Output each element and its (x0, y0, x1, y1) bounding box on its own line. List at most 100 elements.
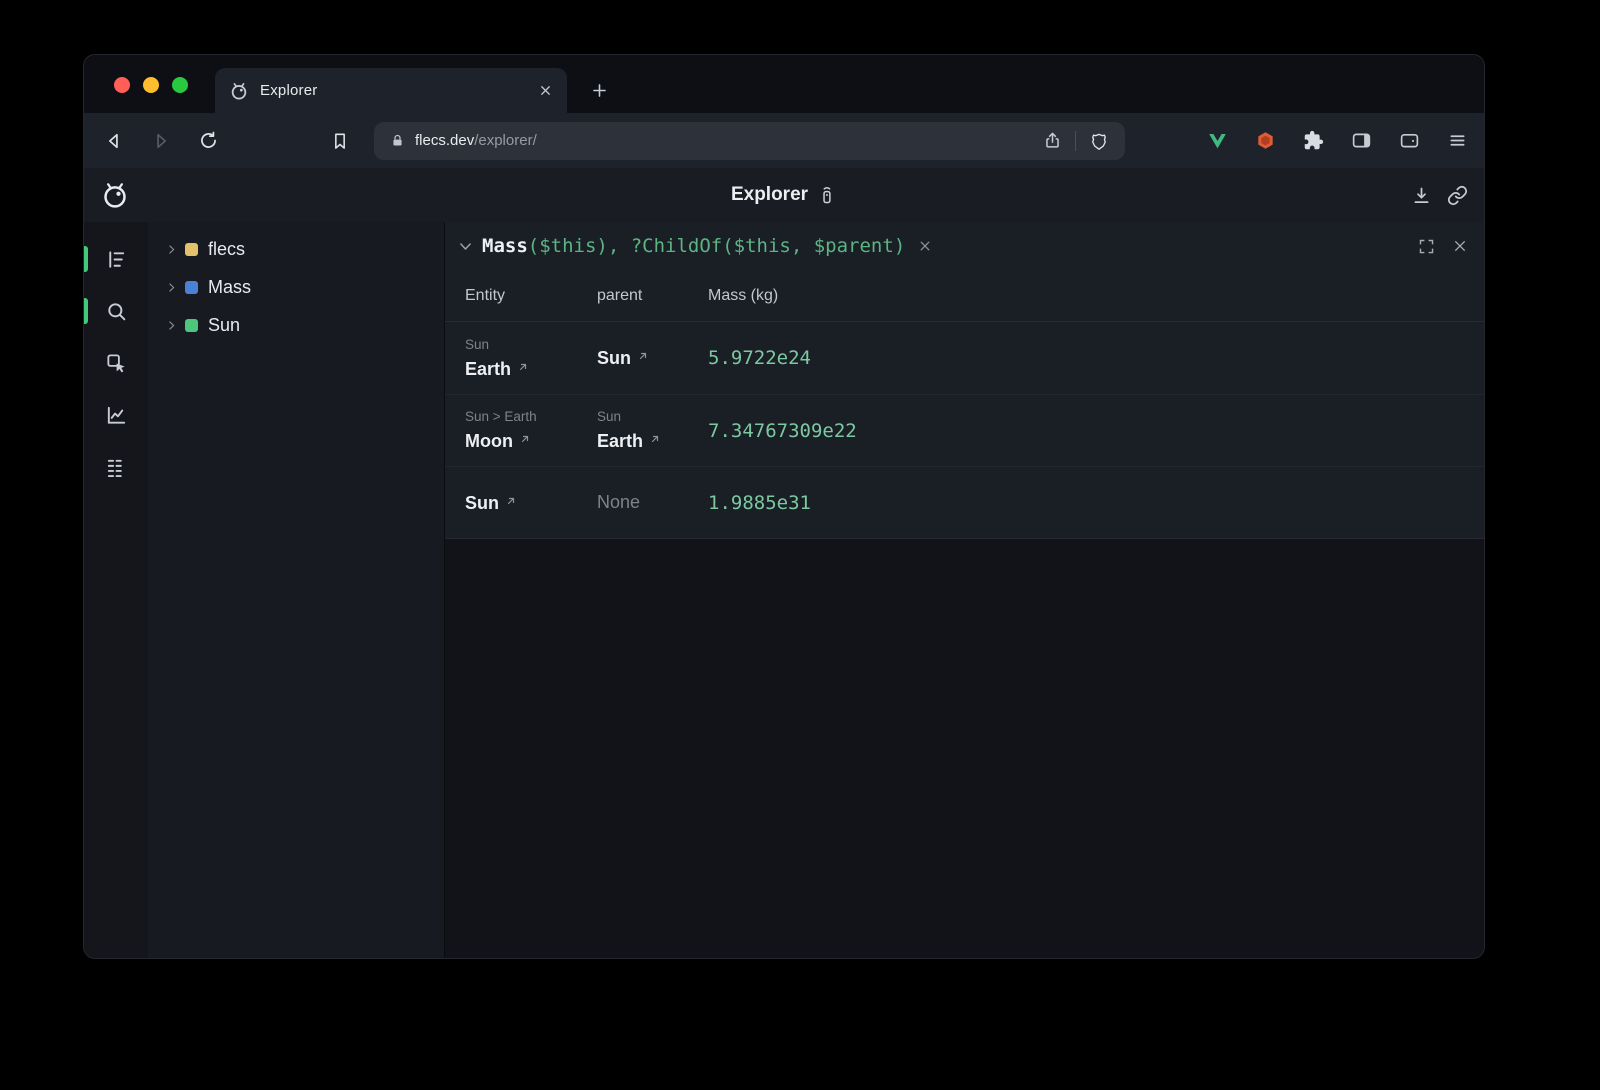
entity-path: Sun > Earth (465, 408, 597, 426)
tab-bar: Explorer (84, 55, 1484, 113)
page-title: Explorer (731, 184, 837, 206)
active-indicator (84, 246, 88, 272)
entity-tree-panel: flecs Mass Sun (148, 222, 445, 958)
minimize-window-button[interactable] (143, 77, 159, 93)
vue-devtools-extension-icon[interactable] (1207, 130, 1228, 151)
mass-value: 1.9885e31 (708, 492, 811, 514)
inspector-tool-icon[interactable] (84, 337, 148, 389)
desktop-background: Explorer (0, 0, 1600, 1090)
tree-item-flecs[interactable]: flecs (148, 230, 444, 268)
connection-status-icon[interactable] (817, 185, 837, 205)
chevron-right-icon[interactable] (165, 243, 178, 256)
fullscreen-icon[interactable] (1418, 238, 1435, 255)
new-tab-button[interactable] (589, 80, 609, 100)
entity-link[interactable]: Earth (465, 357, 511, 381)
entity-link[interactable]: Sun (597, 346, 631, 370)
url-path: /explorer/ (474, 132, 537, 149)
query-header: Mass($this), ?ChildOf($this, $parent) (445, 222, 1484, 270)
clear-query-icon[interactable] (918, 239, 932, 253)
wallet-icon[interactable] (1399, 130, 1420, 151)
entity-tree-tool-icon[interactable] (84, 233, 148, 285)
open-entity-arrow-icon[interactable] (505, 495, 517, 507)
address-bar[interactable]: flecs.dev/explorer/ (374, 122, 1125, 160)
mass-cell: 5.9722e24 (708, 347, 1484, 369)
tree-item-sun[interactable]: Sun (148, 306, 444, 344)
url-text: flecs.dev/explorer/ (415, 132, 537, 149)
url-domain: flecs.dev (415, 132, 474, 149)
empty-canvas (445, 539, 1484, 958)
mass-value: 7.34767309e22 (708, 420, 857, 442)
entity-path: Sun (465, 336, 597, 354)
back-button[interactable] (100, 127, 128, 155)
share-link-icon[interactable] (1447, 185, 1468, 206)
app-content: flecs Mass Sun (84, 222, 1484, 958)
chevron-down-icon[interactable] (457, 238, 474, 255)
toolbar-divider (1075, 131, 1076, 151)
tree-item-label: flecs (208, 239, 245, 260)
tab-close-icon[interactable] (538, 83, 553, 98)
sidebar-toggle-icon[interactable] (1351, 130, 1372, 151)
entity-path: Sun (597, 408, 708, 426)
entity-cell: Sun Earth (465, 336, 597, 381)
open-entity-arrow-icon[interactable] (637, 350, 649, 362)
brave-shield-icon[interactable] (1089, 131, 1109, 151)
zoom-window-button[interactable] (172, 77, 188, 93)
tree-item-mass[interactable]: Mass (148, 268, 444, 306)
entity-link[interactable]: Earth (597, 429, 643, 453)
open-entity-arrow-icon[interactable] (649, 433, 661, 445)
entity-color-swatch (185, 281, 198, 294)
browser-toolbar: flecs.dev/explorer/ (84, 113, 1484, 168)
header-actions (1411, 185, 1468, 206)
column-header-parent: parent (597, 287, 708, 305)
entity-cell: Sun > Earth Moon (465, 408, 597, 453)
tree-item-label: Mass (208, 277, 251, 298)
open-entity-arrow-icon[interactable] (517, 361, 529, 373)
refresh-button[interactable] (194, 127, 222, 155)
close-panel-icon[interactable] (1452, 238, 1468, 254)
chevron-right-icon[interactable] (165, 319, 178, 332)
mass-value: 5.9722e24 (708, 347, 811, 369)
bookmark-icon[interactable] (326, 127, 354, 155)
browser-tab[interactable]: Explorer (215, 68, 567, 113)
stats-chart-tool-icon[interactable] (84, 389, 148, 441)
forward-button[interactable] (147, 127, 175, 155)
parent-cell: None (597, 492, 708, 513)
window-controls (114, 77, 188, 93)
hexagon-extension-icon[interactable] (1255, 130, 1276, 151)
query-term-optional: ?ChildOf($this, $parent) (631, 235, 906, 257)
app-title-text: Explorer (731, 184, 808, 206)
query-result-card: Mass($this), ?ChildOf($this, $parent) (445, 222, 1484, 539)
download-icon[interactable] (1411, 185, 1432, 206)
query-search-tool-icon[interactable] (84, 285, 148, 337)
parent-cell: Sun (597, 346, 708, 370)
query-term-name: Mass (482, 235, 528, 257)
table-row: Sun Earth Sun (445, 322, 1484, 394)
open-entity-arrow-icon[interactable] (519, 433, 531, 445)
tree-item-label: Sun (208, 315, 240, 336)
result-table-header: Entity parent Mass (kg) (445, 270, 1484, 322)
flecs-logo-icon[interactable] (100, 180, 130, 210)
app-header: Explorer (84, 168, 1484, 222)
parent-cell: Sun Earth (597, 408, 708, 453)
entity-link[interactable]: Moon (465, 429, 513, 453)
memory-tool-icon[interactable] (84, 441, 148, 493)
share-icon[interactable] (1043, 131, 1062, 150)
lock-icon (390, 133, 405, 148)
entity-cell: Sun (465, 491, 597, 515)
extensions-puzzle-icon[interactable] (1303, 130, 1324, 151)
entity-link[interactable]: Sun (465, 491, 499, 515)
active-indicator (84, 298, 88, 324)
query-expression[interactable]: Mass($this), ?ChildOf($this, $parent) (482, 235, 905, 257)
table-row: Sun > Earth Moon Sun Earth (445, 394, 1484, 466)
chevron-right-icon[interactable] (165, 281, 178, 294)
close-window-button[interactable] (114, 77, 130, 93)
flecs-favicon-icon (229, 81, 249, 101)
tab-title: Explorer (260, 82, 527, 99)
browser-menu-icon[interactable] (1447, 130, 1468, 151)
column-header-mass: Mass (kg) (708, 287, 1484, 305)
extension-icons (1207, 130, 1468, 151)
query-term-args: ($this), (528, 235, 631, 257)
entity-color-swatch (185, 243, 198, 256)
table-row: Sun None 1.9885e31 (445, 466, 1484, 538)
app-sidebar (84, 222, 148, 958)
